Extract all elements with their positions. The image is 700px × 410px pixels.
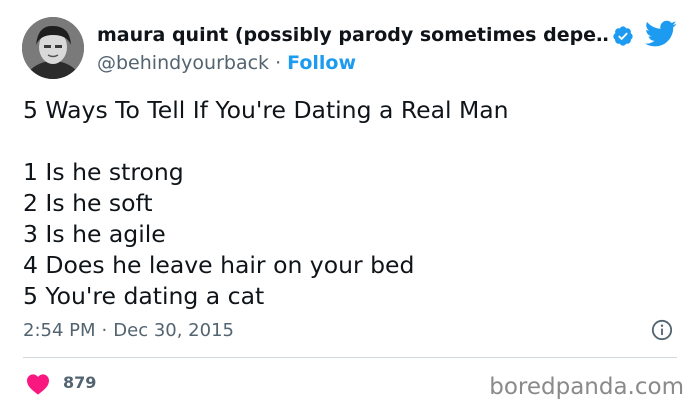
list-item: 3 Is he agile	[23, 220, 166, 248]
tweet-time: 2:54 PM	[23, 320, 96, 341]
list-item: 4 Does he leave hair on your bed	[23, 251, 415, 279]
separator-dot: ·	[101, 320, 108, 341]
tweet-timestamp[interactable]: 2:54 PM · Dec 30, 2015	[23, 318, 234, 344]
author-display-name[interactable]: maura quint (possibly parody sometimes d…	[97, 22, 609, 48]
twitter-bird-icon[interactable]	[645, 20, 677, 48]
watermark: boredpanda.com	[489, 374, 684, 400]
avatar-photo	[22, 17, 84, 79]
follow-button[interactable]: Follow	[287, 52, 356, 74]
like-count[interactable]: 879	[63, 370, 96, 396]
tweet-title-line: 5 Ways To Tell If You're Dating a Real M…	[23, 96, 509, 124]
verified-badge-icon	[613, 26, 633, 46]
heart-icon[interactable]	[26, 373, 50, 395]
list-item: 2 Is he soft	[23, 189, 153, 217]
author-handle[interactable]: @behindyourback	[97, 52, 269, 74]
list-item: 5 You're dating a cat	[23, 282, 265, 310]
list-item: 1 Is he strong	[23, 158, 184, 186]
divider	[23, 357, 677, 358]
avatar[interactable]	[22, 17, 84, 79]
separator-dot: ·	[275, 52, 282, 74]
tweet-date: Dec 30, 2015	[113, 320, 234, 341]
info-icon[interactable]	[651, 319, 673, 341]
author-handle-row: @behindyourback · Follow	[97, 50, 356, 76]
tweet-card: maura quint (possibly parody sometimes d…	[0, 0, 700, 410]
tweet-body: 5 Ways To Tell If You're Dating a Real M…	[23, 95, 683, 312]
